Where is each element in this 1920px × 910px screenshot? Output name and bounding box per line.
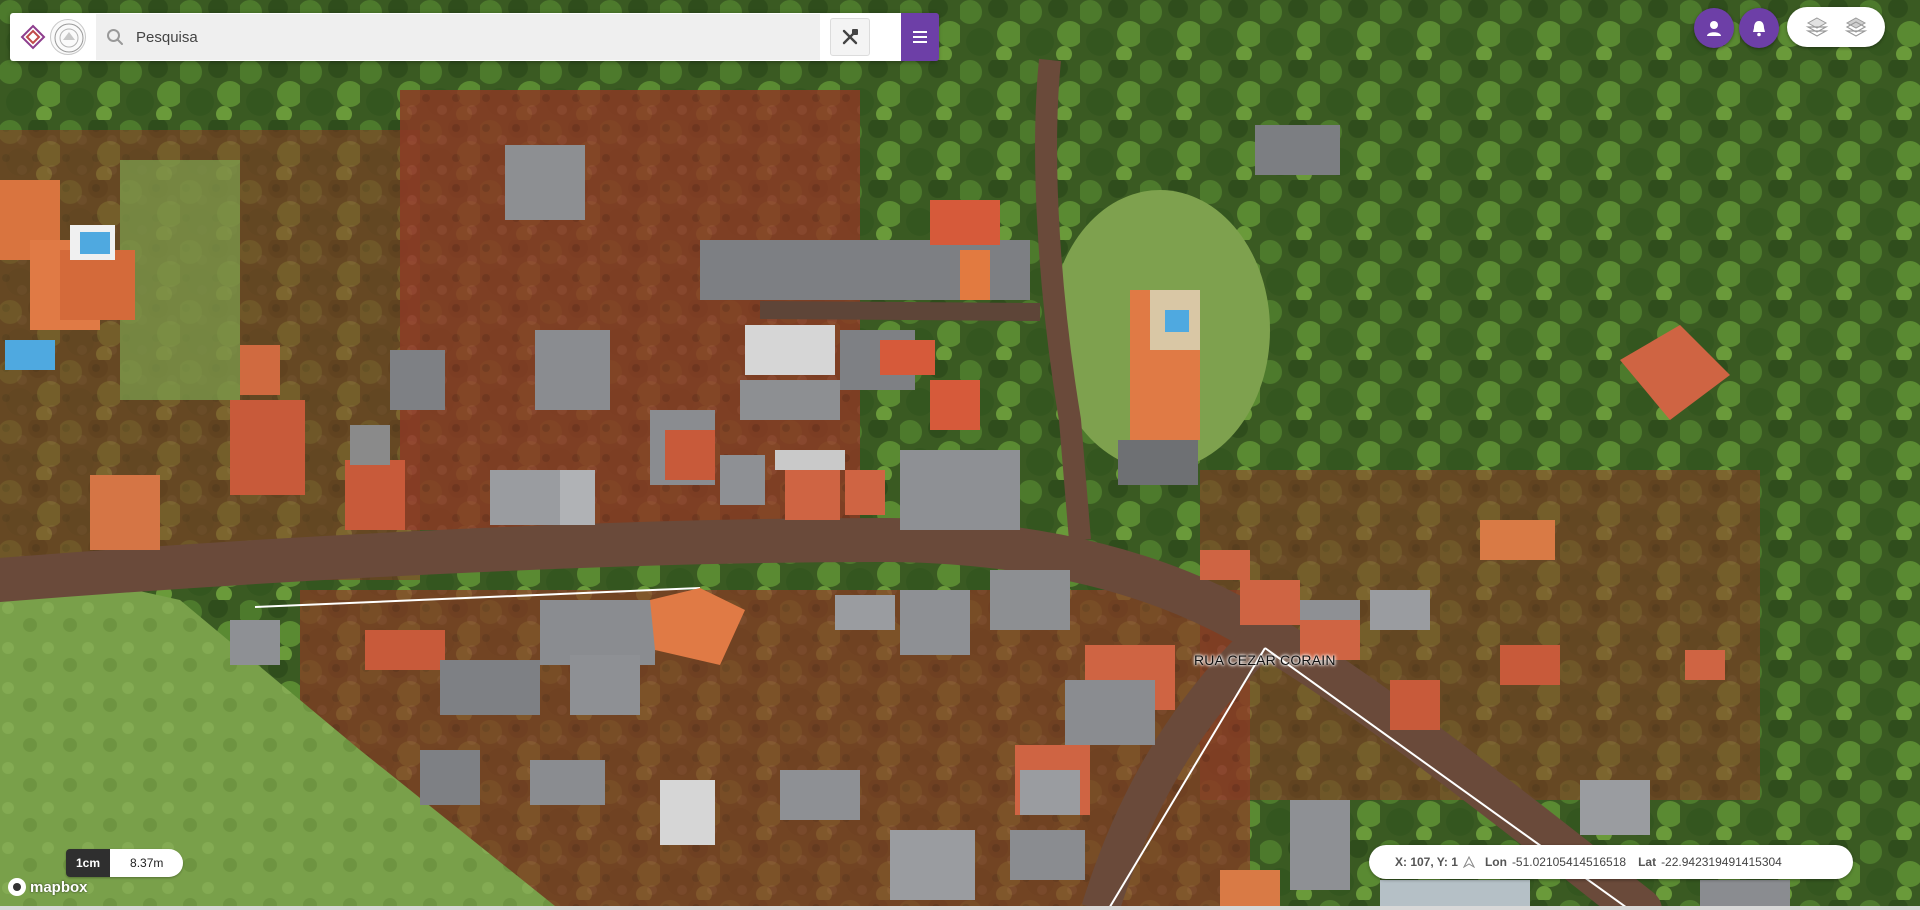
user-button[interactable] [1694,8,1734,48]
lat-label: Lat [1638,855,1657,869]
menu-icon [913,31,927,43]
search-bar [10,13,939,61]
bottom-strip [0,906,1920,910]
tools-icon [842,29,858,45]
aerial-map[interactable] [0,0,1920,910]
menu-button[interactable] [901,13,939,61]
layers-icon[interactable] [1805,15,1829,39]
search-field [96,14,820,60]
scale-bar: 1cm 8.37m [66,849,184,877]
map-imagery [0,0,1920,910]
mapbox-text: mapbox [30,878,88,896]
mapbox-attribution[interactable]: mapbox [8,878,88,896]
app-logo[interactable] [10,13,96,61]
lat-value: -22.942319491415304 [1661,855,1782,869]
layers-stack-icon[interactable] [1844,15,1868,39]
tools-button[interactable] [830,18,870,56]
search-input[interactable] [136,28,696,46]
search-icon [107,29,123,45]
scale-distance: 8.37m [110,849,184,877]
municipal-seal-icon [50,19,86,55]
user-icon [1707,21,1721,36]
coordinates-readout: X: 107, Y: 1 Lon -51.02105414516518 Lat … [1369,845,1853,879]
street-label: RUA CEZAR CORAIN [1194,652,1336,668]
bell-icon [1753,21,1765,37]
scale-unit: 1cm [66,849,111,877]
lon-label: Lon [1484,855,1507,869]
navigation-icon [1462,856,1475,868]
pixel-xy: X: 107, Y: 1 [1395,855,1458,869]
layer-switcher [1787,7,1885,47]
mapbox-logo-icon [8,878,26,896]
notifications-button[interactable] [1739,8,1779,48]
lon-value: -51.02105414516518 [1511,855,1627,869]
brand-logo-icon [20,24,46,50]
